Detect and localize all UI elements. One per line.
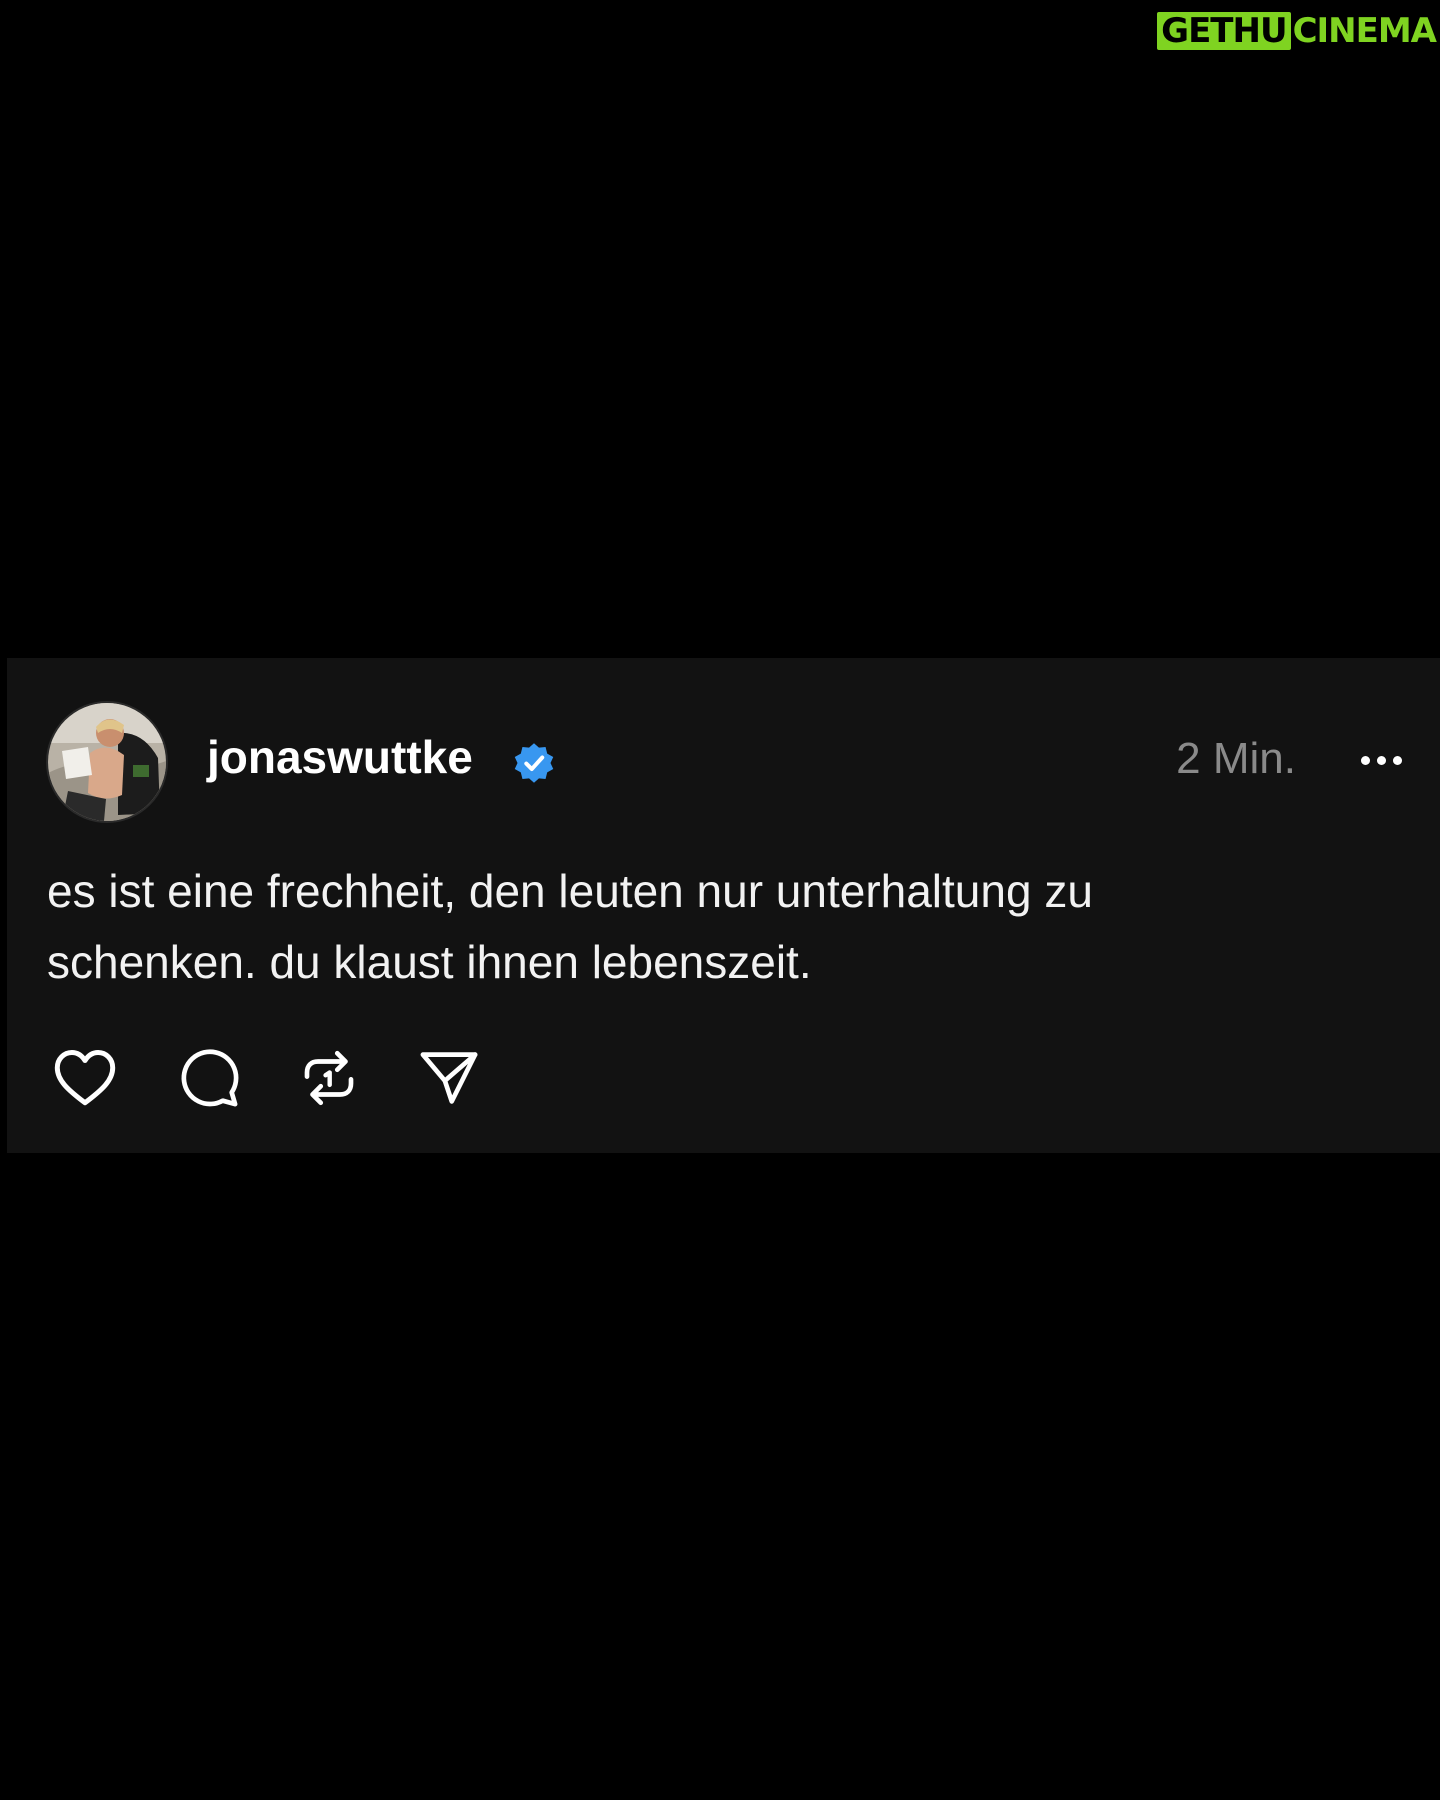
thread-post: jonaswuttke 2 Min. es ist eine frechheit…: [7, 658, 1440, 1153]
comment-button[interactable]: [169, 1038, 249, 1118]
more-horizontal-icon: [1360, 755, 1370, 765]
like-button[interactable]: [45, 1038, 125, 1118]
verified-badge-icon: [514, 743, 554, 783]
watermark-right-text: CINEMA: [1292, 11, 1437, 51]
username[interactable]: jonaswuttke: [207, 734, 473, 780]
more-dot: [1392, 755, 1402, 765]
post-text: es ist eine frechheit, den leuten nur un…: [47, 865, 1093, 988]
repost-icon: [304, 1050, 354, 1106]
share-button[interactable]: [409, 1038, 489, 1118]
repost-button[interactable]: [289, 1038, 369, 1118]
heart-icon: [54, 1050, 116, 1106]
more-dot: [1376, 755, 1386, 765]
watermark-left-text: GETHU: [1157, 12, 1291, 50]
avatar-photo: [48, 703, 166, 821]
avatar[interactable]: [46, 701, 168, 823]
more-options-button[interactable]: [1355, 742, 1407, 778]
watermark-logo: GETHU CINEMA: [1157, 11, 1437, 51]
send-icon: [420, 1052, 478, 1104]
post-timestamp: 2 Min.: [1176, 734, 1296, 783]
comment-icon: [181, 1049, 239, 1107]
